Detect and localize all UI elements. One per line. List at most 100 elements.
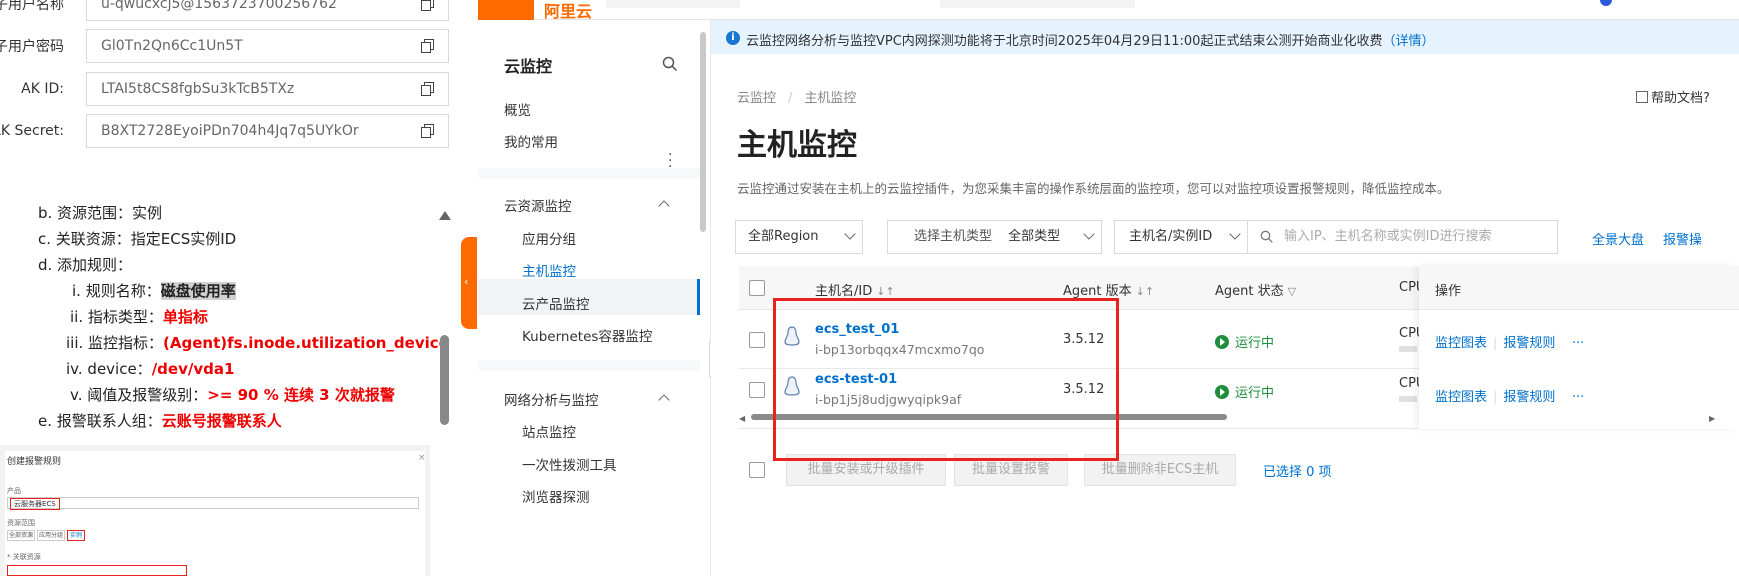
select-all-checkbox[interactable] [749,280,765,296]
copy-icon[interactable] [421,124,434,138]
scroll-left-arrow-icon[interactable]: ◀ [739,414,745,423]
selected-count: 已选择 0 项 [1263,465,1332,480]
alarm-rules-link[interactable]: 报警规则 [1503,336,1555,351]
sidebar-item-favorites[interactable]: 我的常用 [504,131,558,151]
column-agent-status[interactable]: Agent 状态 ▽ [1215,280,1296,299]
sidebar-item-site-monitor[interactable]: 站点监控 [522,421,576,441]
scroll-up-arrow-icon[interactable] [439,211,451,220]
step-label: iv. device： [66,360,152,378]
breadcrumb-host-monitor: 主机监控 [804,91,857,106]
sidebar-item-app-group[interactable]: 应用分组 [522,228,576,248]
column-agent-version[interactable]: Agent 版本 ↓↑ [1063,280,1154,299]
sidebar-divider [478,168,700,178]
panel-toggle-handle[interactable]: ‹ [461,237,477,329]
action-spacer: | [1561,336,1565,351]
workspace-switcher[interactable] [606,0,740,8]
more-actions-icon[interactable]: ··· [1572,390,1584,405]
document-icon [1636,91,1648,103]
sidebar-group-cloud-resource[interactable]: 云资源监控 [504,195,572,215]
global-search[interactable] [940,0,1135,8]
credential-label: 子用户密码 [0,39,64,55]
avatar[interactable] [1600,0,1612,6]
breadcrumb-separator: / [788,91,793,106]
contact-group-value: 云账号报警联系人 [161,412,282,430]
sidebar-item-probe-tool[interactable]: 一次性拨测工具 [522,454,617,474]
search-icon[interactable] [662,56,678,72]
step-label: ii. 指标类型： [70,308,163,326]
panorama-dashboard-link[interactable]: 全景大盘 [1592,229,1644,248]
monitor-chart-link[interactable]: 监控图表 [1435,390,1487,405]
rule-name-value: 磁盘使用率 [160,282,236,300]
sort-icon[interactable]: ↓↑ [1136,285,1154,298]
host-type-select[interactable]: 选择主机类型 全部类型 [887,220,1102,254]
alarm-rules-link[interactable]: 报警规则 [1503,390,1555,405]
row-checkbox[interactable] [749,332,765,348]
sidebar-item-cloud-product[interactable]: 云产品监控 [522,293,590,313]
step-d-i: i. 规则名称：磁盘使用率 [72,280,236,301]
search-input[interactable]: 输入IP、主机名称或实例ID进行搜索 [1247,220,1558,254]
notice-text: 云监控网络分析与监控VPC内网探测功能将于北京时间2025年04月29日11:0… [746,30,1434,49]
step-label: v. 阈值及报警级别： [70,386,208,404]
copy-icon[interactable] [421,39,434,53]
column-host[interactable]: 主机名/ID ↓↑ [815,280,895,299]
more-actions-icon[interactable]: ··· [1572,336,1584,351]
credential-label: 子用户名称 [0,0,64,13]
monitor-chart-link[interactable]: 监控图表 [1435,336,1487,351]
copy-icon[interactable] [421,0,434,11]
sidebar-item-browser-probe[interactable]: 浏览器探测 [522,486,590,506]
sidebar-item-host-monitor[interactable]: 主机监控 [522,260,576,280]
ak-secret-field[interactable]: B8XT2728EyoiPDn704h4Jq7q5UYkOr [86,114,449,148]
notice-details-link[interactable]: （详情） [1382,34,1434,49]
search-field-value: 主机名/实例ID [1129,229,1213,244]
sidebar: 云监控 概览 我的常用 · · · 云资源监控 应用分组 主机监控 云产品监控 Ku… [478,20,711,576]
step-d-iii: iii. 监控指标：(Agent)fs.inode.utilization_de… [66,332,449,353]
sidebar-item-k8s[interactable]: Kubernetes容器监控 [522,325,652,345]
sidebar-group-network[interactable]: 网络分析与监控 [504,389,599,409]
batch-select-checkbox[interactable] [749,462,765,478]
step-label: e. 报警联系人组： [38,412,162,430]
host-type-value: 全部类型 [1008,229,1061,244]
mini-assoc-select [7,565,187,576]
chevron-down-icon [844,228,856,240]
home-menu-icon[interactable] [478,0,534,20]
mini-scope-option-selected: 实例 [67,530,85,541]
username-field[interactable]: u-qwucxcj5@1563723700256762 [86,0,449,21]
row-actions: 监控图表 | 报警规则 | ··· [1435,386,1584,405]
credential-value: B8XT2728EyoiPDn704h4Jq7q5UYkOr [101,123,359,139]
brand-logo[interactable]: 阿里云 [544,0,592,22]
search-icon [1260,230,1273,243]
highlight-annotation-box [773,298,1119,461]
search-field-select[interactable]: 主机名/实例ID [1114,220,1248,254]
column-host-label: 主机名/ID [815,284,873,299]
page-title: 主机监控 [737,128,857,163]
step-label: i. 规则名称： [72,282,161,300]
document-scrollbar-thumb[interactable] [440,335,449,425]
filter-icon[interactable]: ▽ [1288,285,1296,298]
ak-id-field[interactable]: LTAI5t8CS8fgbSu3kTcB5TXz [86,72,449,106]
credential-value: LTAI5t8CS8fgbSu3kTcB5TXz [101,81,295,97]
mini-product-value: 云服务器ECS [10,498,60,510]
chevron-up-icon[interactable] [658,200,670,212]
region-select[interactable]: 全部Region [735,220,863,254]
mini-scope-option: 全部资源 [7,530,35,541]
column-agent-status-label: Agent 状态 [1215,284,1284,299]
mini-close-icon: × [418,453,426,463]
row-checkbox[interactable] [749,382,765,398]
alarm-ops-link[interactable]: 报警操 [1663,229,1702,248]
step-d-v: v. 阈值及报警级别：>= 90 % 连续 3 次就报警 [70,384,395,405]
chevron-up-icon[interactable] [658,394,670,406]
mini-assoc-label: * 关联资源 [7,553,41,561]
password-field[interactable]: Gl0Tn2Qn6Cc1Un5T [86,29,449,63]
mini-product-label: 产品 [7,487,21,495]
scroll-right-arrow-icon[interactable]: ▶ [1709,414,1715,423]
breadcrumb-cloud-monitor[interactable]: 云监控 [737,91,776,106]
credential-row-ak-secret: AK Secret: B8XT2728EyoiPDn704h4Jq7q5UYkO… [0,114,449,148]
sidebar-item-overview[interactable]: 概览 [504,99,531,119]
console-top-bar: 阿里云 [478,0,1739,22]
metric-value: (Agent)fs.inode.utilization_device [163,334,449,352]
copy-icon[interactable] [421,82,434,96]
sort-icon[interactable]: ↓↑ [876,285,894,298]
agent-status: 运行中 [1215,382,1274,401]
sidebar-scrollbar[interactable] [700,32,706,232]
help-docs-link[interactable]: 帮助文档? [1636,87,1710,106]
